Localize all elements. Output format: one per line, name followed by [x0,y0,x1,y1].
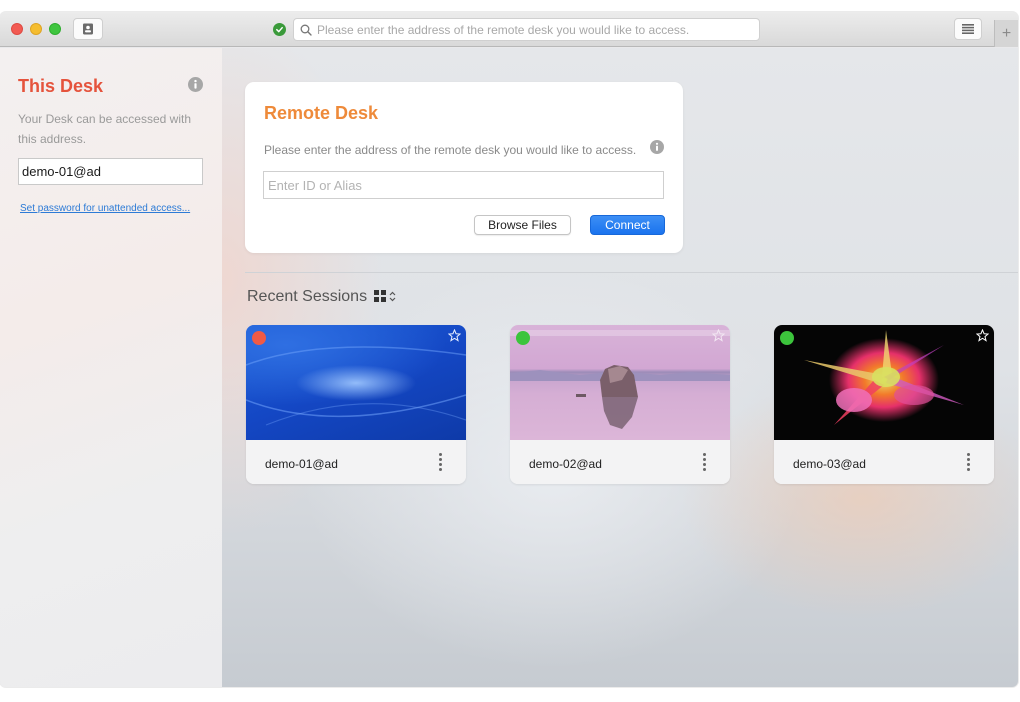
more-options-icon[interactable] [701,453,707,471]
grid-view-icon [374,290,386,302]
session-card[interactable]: demo-01@ad [246,325,466,484]
session-card[interactable]: demo-02@ad [510,325,730,484]
list-menu-icon [962,24,974,34]
title-bar: + [0,12,1018,47]
close-window-button[interactable] [11,23,23,35]
status-indicator-offline [252,331,266,345]
browse-files-button[interactable]: Browse Files [474,215,571,235]
connection-status-icon [273,23,286,36]
info-icon[interactable] [188,77,203,92]
maximize-window-button[interactable] [49,23,61,35]
color-powder-explosion-wallpaper [804,330,964,425]
more-options-icon[interactable] [437,453,443,471]
session-footer: demo-01@ad [246,440,466,484]
session-thumbnail[interactable] [510,325,730,440]
address-search-bar[interactable] [293,18,760,41]
pink-lake-rock-wallpaper [510,330,730,429]
minimize-window-button[interactable] [30,23,42,35]
address-search-input[interactable] [317,22,757,37]
connect-button[interactable]: Connect [590,215,665,235]
session-thumbnail[interactable] [774,325,994,440]
address-book-button[interactable] [73,18,103,40]
section-divider [245,272,1018,273]
this-desk-description: Your Desk can be accessed with this addr… [18,112,191,146]
view-mode-toggle[interactable] [374,290,396,302]
session-thumbnail[interactable] [246,325,466,440]
status-indicator-online [780,331,794,345]
star-icon[interactable] [448,329,461,342]
blue-wave-wallpaper [246,346,466,426]
plus-icon: + [1001,24,1012,42]
more-options-icon[interactable] [965,453,971,471]
session-footer: demo-03@ad [774,440,994,484]
info-icon[interactable] [650,140,664,154]
chevron-up-down-icon [389,291,396,301]
session-name: demo-02@ad [529,457,602,471]
set-password-link[interactable]: Set password for unattended access... [20,203,190,214]
remote-desk-card: Remote Desk Please enter the address of … [245,82,683,253]
this-desk-sidebar: This Desk Your Desk can be accessed with… [0,48,222,687]
search-icon [300,24,312,36]
remote-desk-title: Remote Desk [264,103,379,123]
session-name: demo-01@ad [265,457,338,471]
this-desk-title: This Desk [18,76,104,96]
check-circle-icon [276,26,283,33]
main-panel: Remote Desk Please enter the address of … [222,48,1018,687]
menu-button[interactable] [954,18,982,40]
session-footer: demo-02@ad [510,440,730,484]
recent-sessions-title: Recent Sessions [247,288,368,305]
contact-card-icon [83,23,93,35]
remote-desk-description: Please enter the address of the remote d… [264,143,637,157]
session-name: demo-03@ad [793,457,866,471]
app-window: + This Desk Your Desk can be accessed wi… [0,12,1018,687]
session-card[interactable]: demo-03@ad [774,325,994,484]
star-icon[interactable] [712,329,725,342]
new-tab-button[interactable]: + [994,20,1018,47]
remote-id-input[interactable] [263,171,664,199]
this-desk-address-field[interactable] [18,158,203,185]
star-icon[interactable] [976,329,989,342]
status-indicator-online [516,331,530,345]
